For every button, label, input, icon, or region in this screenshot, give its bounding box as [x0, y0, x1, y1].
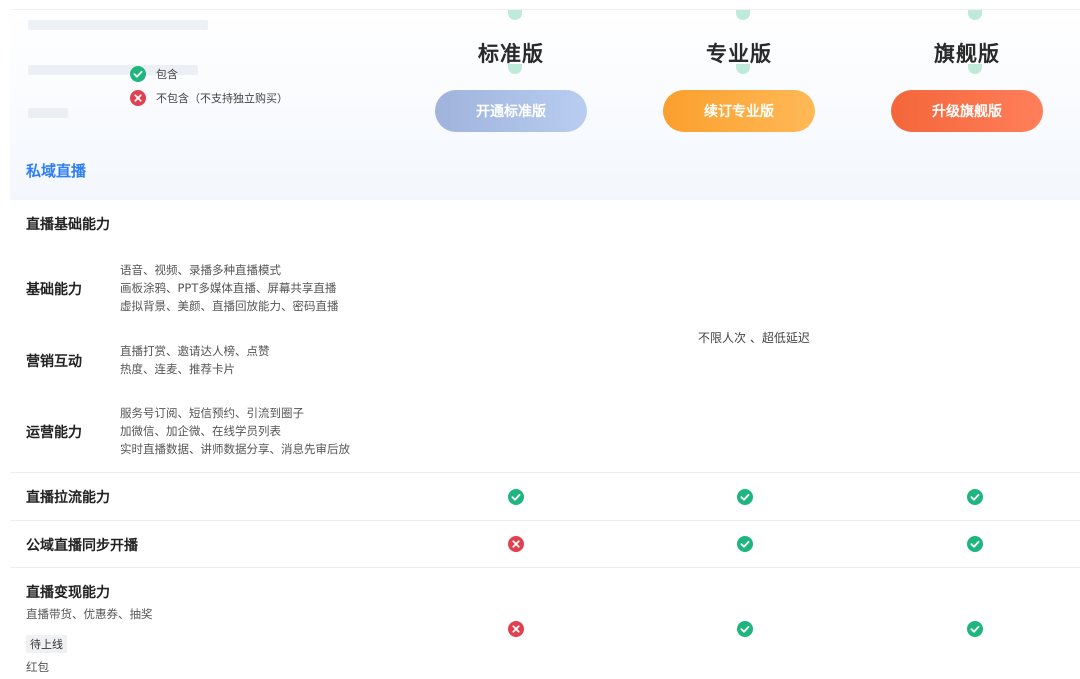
- check-icon: [130, 66, 146, 82]
- row-divider: [10, 567, 1080, 568]
- legend-excluded: 不包含（不支持独立购买）: [130, 90, 288, 106]
- legend-excluded-label: 不包含（不支持独立购买）: [156, 92, 288, 105]
- faded-check-icon: [736, 10, 750, 20]
- row-divider: [10, 520, 1080, 521]
- feature-desc-line: 实时直播数据、讲师数据分享、消息先审后放: [120, 442, 350, 456]
- cross-icon: [130, 90, 146, 106]
- renew-professional-button[interactable]: 续订专业版: [663, 90, 815, 132]
- check-icon: [737, 621, 753, 637]
- feature-name: 运营能力: [26, 425, 82, 441]
- status-badge: 待上线: [26, 635, 67, 653]
- pricing-header: 包含 不包含（不支持独立购买） 标准版 开通标准版 专业版 续订专业版 旗舰版 …: [10, 10, 1080, 200]
- legend-included-label: 包含: [156, 68, 178, 81]
- feature-desc-line: 语音、视频、录播多种直播模式: [120, 263, 281, 277]
- feature-desc-line: 画板涂鸦、PPT多媒体直播、屏幕共享直播: [120, 281, 337, 295]
- check-icon: [967, 489, 983, 505]
- check-icon: [967, 621, 983, 637]
- plan-professional: 专业版 续订专业版: [662, 40, 816, 132]
- feature-desc-line: 直播打赏、邀请达人榜、点赞: [120, 344, 270, 358]
- faded-row: [28, 108, 68, 118]
- row-name: 直播拉流能力: [26, 490, 110, 506]
- open-standard-button[interactable]: 开通标准版: [435, 90, 587, 132]
- cross-icon: [508, 621, 524, 637]
- upgrade-flagship-button[interactable]: 升级旗舰版: [891, 90, 1043, 132]
- row-name: 公域直播同步开播: [26, 538, 138, 554]
- plan-standard-title: 标准版: [478, 42, 544, 66]
- feature-desc: 语音、视频、录播多种直播模式 画板涂鸦、PPT多媒体直播、屏幕共享直播 虚拟背景…: [120, 261, 339, 315]
- feature-desc: 直播打赏、邀请达人榜、点赞 热度、连麦、推荐卡片: [120, 342, 270, 378]
- feature-name: 基础能力: [26, 282, 82, 298]
- faded-check-icon: [968, 10, 982, 20]
- faded-row: [28, 20, 208, 30]
- check-icon: [967, 536, 983, 552]
- row-name: 直播变现能力: [26, 585, 110, 601]
- check-icon: [737, 489, 753, 505]
- plan-flagship: 旗舰版 升级旗舰版: [890, 40, 1044, 132]
- feature-desc-line: 服务号订阅、短信预约、引流到圈子: [120, 406, 304, 420]
- plan-professional-title: 专业版: [706, 42, 772, 66]
- plan-flagship-title: 旗舰版: [934, 42, 1000, 66]
- feature-desc-line: 虚拟背景、美颜、直播回放能力、密码直播: [120, 299, 339, 313]
- section-title: 私域直播: [26, 162, 87, 180]
- cross-icon: [508, 536, 524, 552]
- feature-desc-line: 热度、连麦、推荐卡片: [120, 362, 235, 376]
- feature-name: 营销互动: [26, 354, 82, 370]
- feature-desc-line: 加微信、加企微、在线学员列表: [120, 424, 281, 438]
- legend: 包含 不包含（不支持独立购买）: [130, 66, 288, 114]
- row-sub-text: 直播带货、优惠券、抽奖: [26, 607, 153, 621]
- row-sub-text: 红包: [26, 660, 49, 674]
- row-divider: [10, 472, 1080, 473]
- feature-desc: 服务号订阅、短信预约、引流到圈子 加微信、加企微、在线学员列表 实时直播数据、讲…: [120, 404, 350, 458]
- plan-standard: 标准版 开通标准版: [434, 40, 588, 132]
- check-icon: [508, 489, 524, 505]
- check-icon: [737, 536, 753, 552]
- group-title: 直播基础能力: [26, 217, 110, 233]
- top-border: [10, 0, 1080, 10]
- merged-cell-note: 不限人次 、超低延迟: [698, 331, 810, 345]
- legend-included: 包含: [130, 66, 288, 82]
- faded-check-icon: [508, 10, 522, 20]
